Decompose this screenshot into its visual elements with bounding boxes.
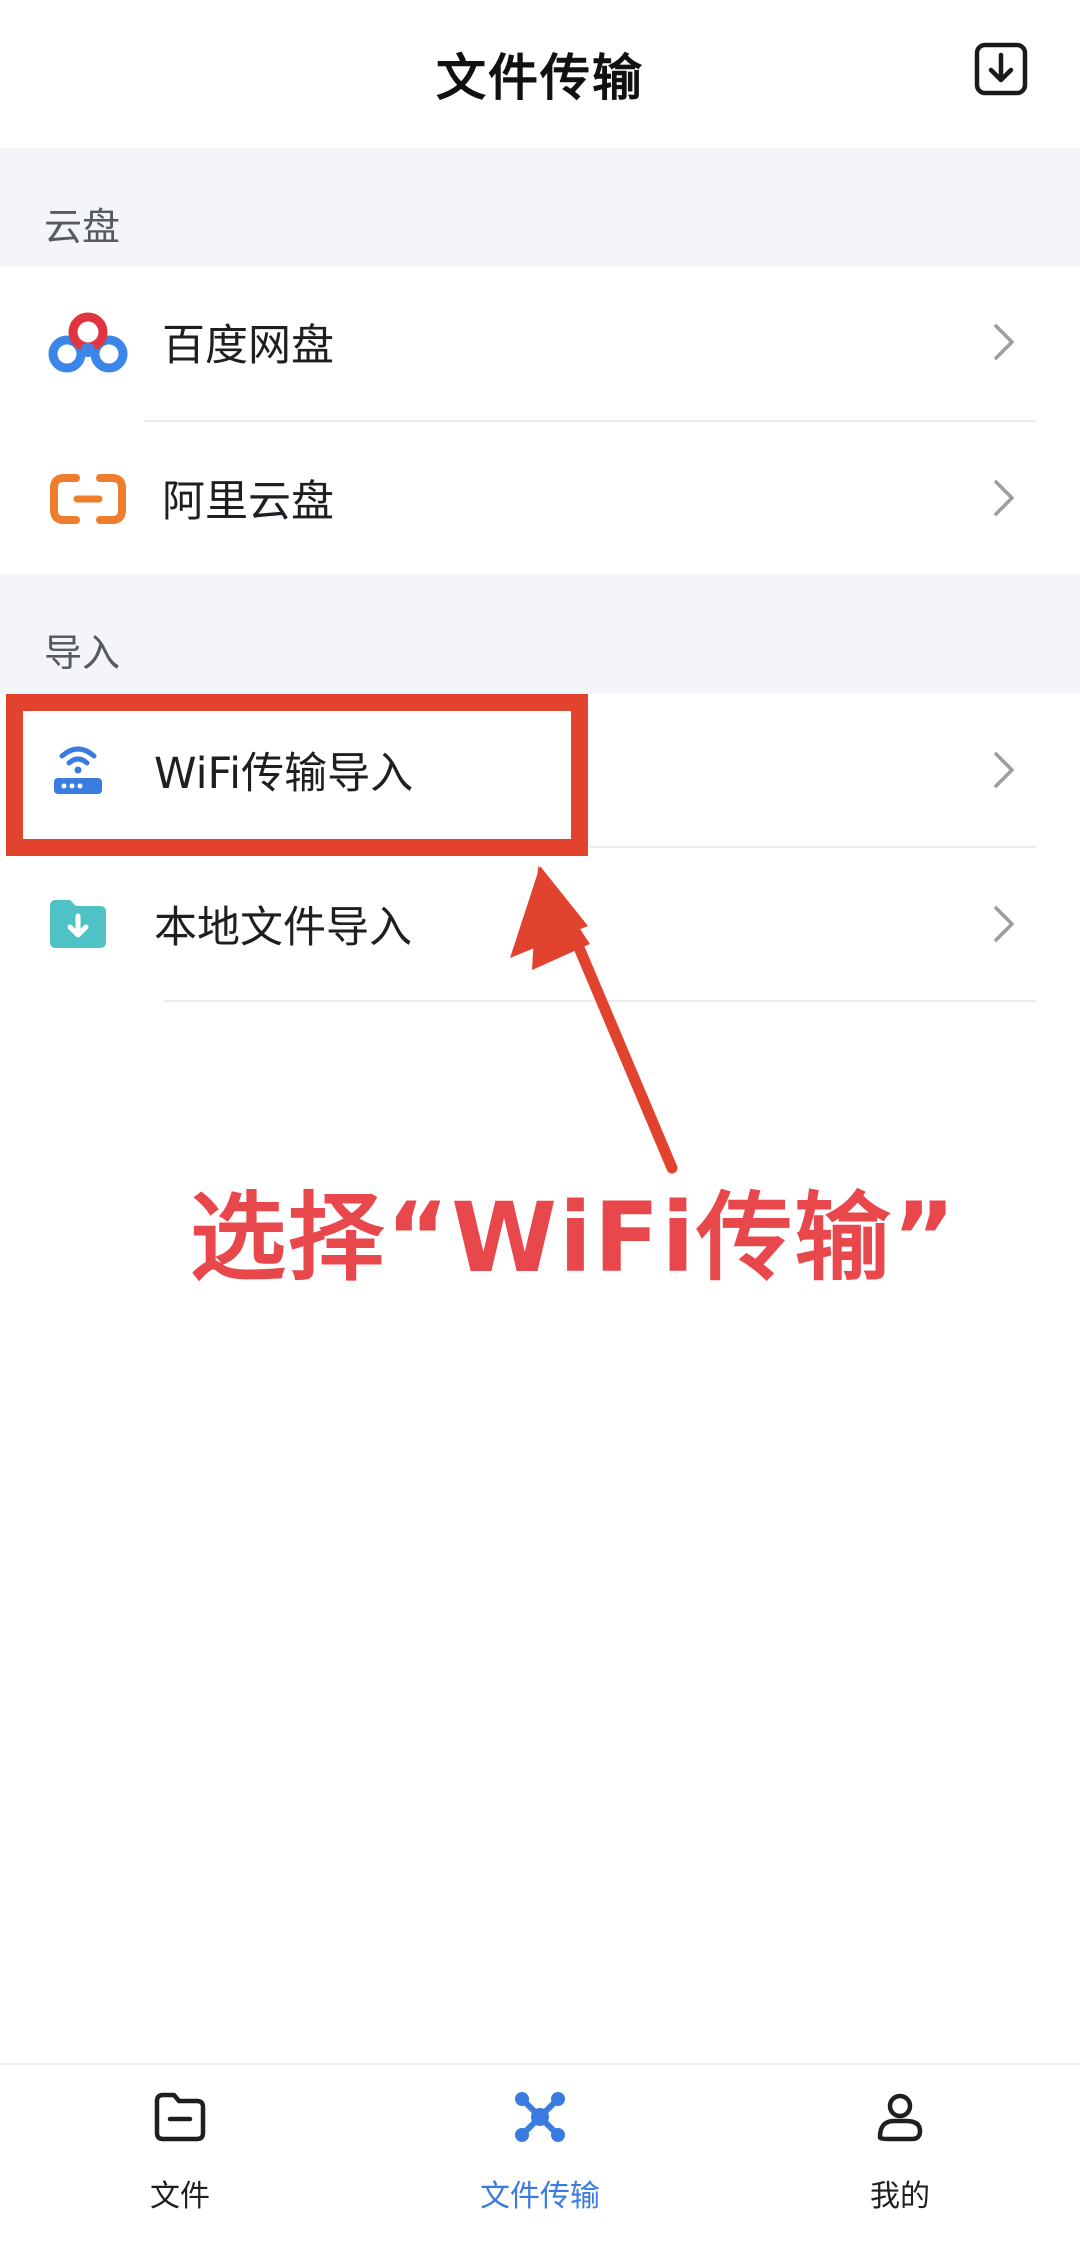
folder-icon xyxy=(152,2089,208,2145)
top-bar: 文件传输 xyxy=(0,0,1080,148)
chevron-right-icon xyxy=(988,902,1018,946)
chevron-right-icon xyxy=(988,748,1018,792)
annotation-text: 选择“WiFi传输” xyxy=(190,1182,958,1294)
section-title: 导入 xyxy=(44,631,121,675)
tab-profile[interactable]: 我的 xyxy=(800,2079,1000,2229)
chevron-right-icon xyxy=(988,320,1018,364)
list-item-baidu-netdisk[interactable]: 百度网盘 xyxy=(0,266,1080,418)
download-box-icon[interactable] xyxy=(972,40,1032,100)
list-item-label: 百度网盘 xyxy=(162,321,334,371)
tab-transfer[interactable]: 文件传输 xyxy=(440,2079,640,2229)
tab-label: 我的 xyxy=(870,2179,930,2214)
tab-label: 文件 xyxy=(150,2179,210,2214)
section-header-import: 导入 xyxy=(0,574,1080,694)
divider xyxy=(164,1000,1036,1002)
section-header-cloud: 云盘 xyxy=(0,148,1080,266)
chevron-right-icon xyxy=(988,476,1018,520)
highlight-box xyxy=(6,694,588,856)
baidu-netdisk-icon xyxy=(48,310,128,376)
list-item-label: 本地文件导入 xyxy=(154,903,412,953)
section-title: 云盘 xyxy=(44,205,121,249)
transfer-network-icon xyxy=(512,2089,568,2145)
folder-download-icon xyxy=(48,898,108,950)
profile-icon xyxy=(872,2089,928,2145)
tab-files[interactable]: 文件 xyxy=(80,2079,280,2229)
list-item-label: 阿里云盘 xyxy=(162,477,334,527)
tab-label: 文件传输 xyxy=(480,2179,600,2214)
page-title: 文件传输 xyxy=(436,49,644,107)
aliyun-drive-icon xyxy=(50,474,126,524)
list-item-local-import[interactable]: 本地文件导入 xyxy=(0,848,1080,1000)
list-item-aliyun-drive[interactable]: 阿里云盘 xyxy=(0,422,1080,574)
bottom-tab-bar: 文件 文件传输 我的 xyxy=(0,2063,1080,2254)
